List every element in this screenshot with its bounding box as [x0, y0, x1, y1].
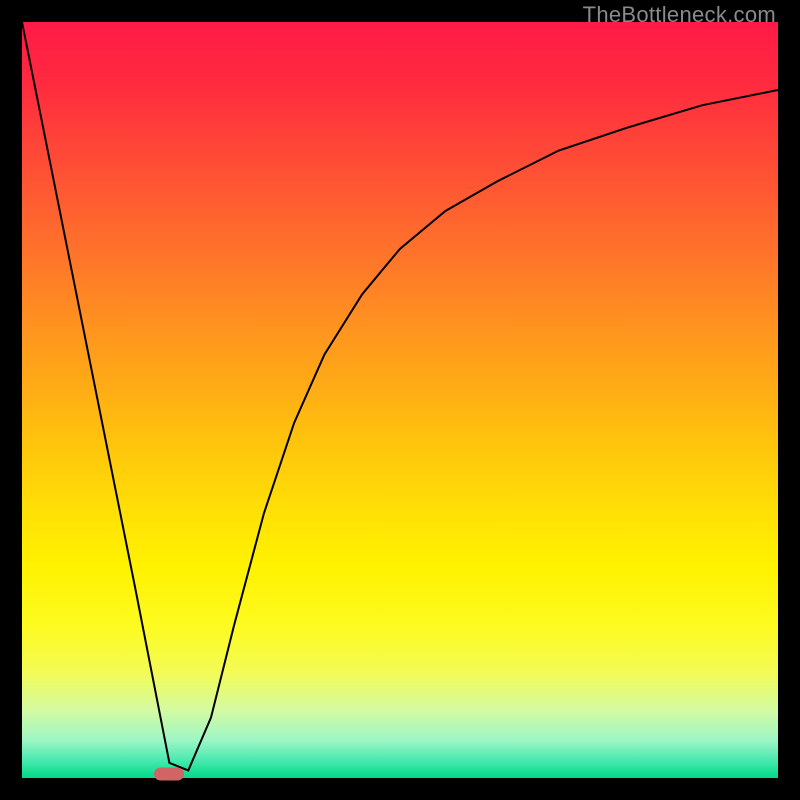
plot-area: [22, 22, 778, 778]
bottleneck-chart: TheBottleneck.com: [0, 0, 800, 800]
bottleneck-curve: [22, 22, 778, 778]
bottleneck-marker: [154, 768, 184, 781]
